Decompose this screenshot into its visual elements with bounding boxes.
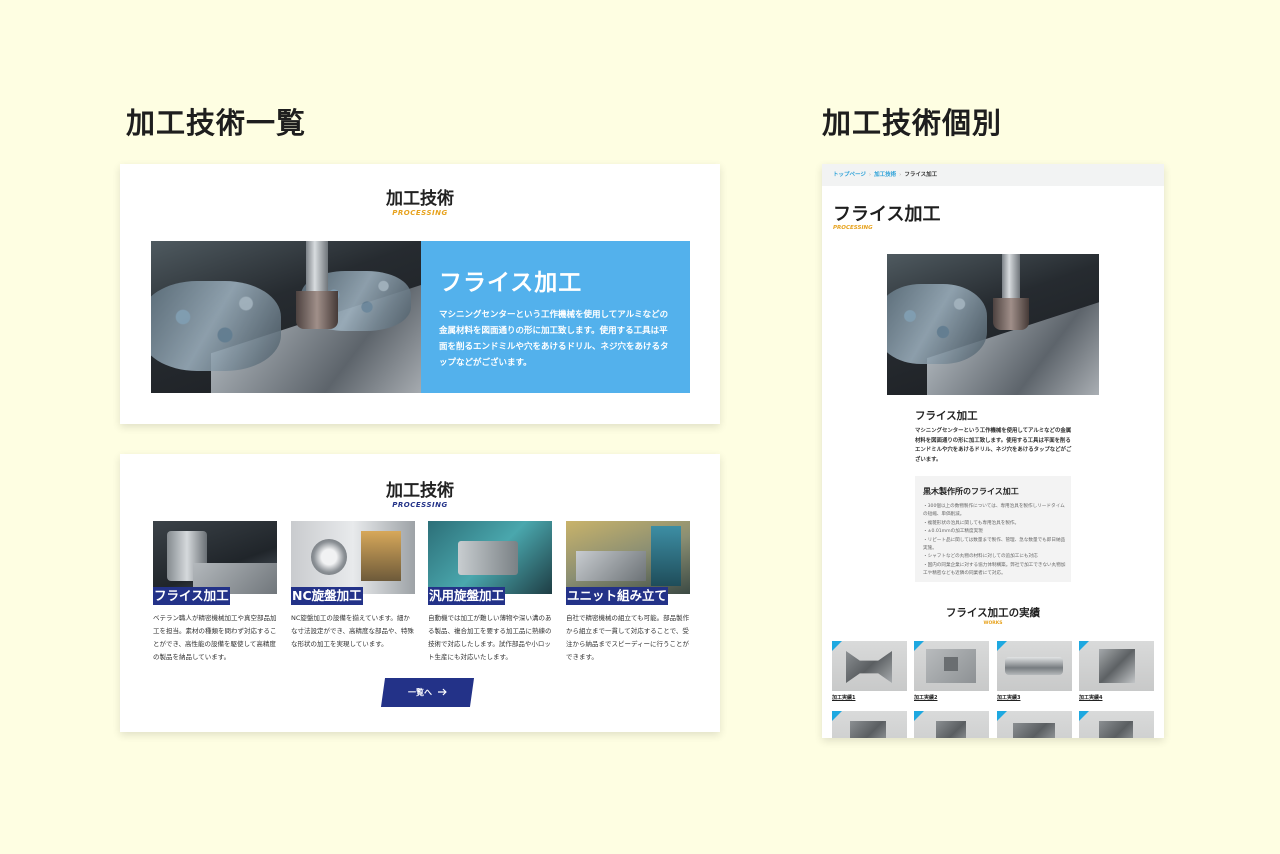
milling-photo bbox=[151, 241, 421, 393]
unit-assembly-image bbox=[566, 521, 690, 594]
works-title: フライス加工の実績 bbox=[945, 607, 1041, 619]
work-image bbox=[1079, 641, 1154, 691]
card-subtitle: PROCESSING bbox=[392, 501, 448, 509]
tile-text: 自動機では加工が難しい薄物や深い溝のある製品、複合加工を要する加工品に熟練の技術… bbox=[428, 614, 552, 661]
work-label[interactable]: 加工実績3 bbox=[997, 694, 1020, 701]
tile-nc-lathe[interactable]: NC旋盤加工 NC旋盤加工の設備を揃えています。細かな寸法設定ができ、高精度な部… bbox=[291, 521, 415, 648]
panel-title: フライス加工 bbox=[439, 270, 583, 296]
work-item[interactable]: 加工実績1 bbox=[832, 641, 907, 701]
tile-text: NC旋盤加工の設備を揃えています。細かな寸法設定ができ、高精度な部品や、特殊な形… bbox=[291, 614, 414, 648]
feature-item: ・±0.01mmの加工精度実現 bbox=[923, 529, 983, 535]
processing-list-card: 加工技術 PROCESSING フライス加工 ベテラン職人が精密機械加工や真空部… bbox=[120, 454, 720, 732]
work-item[interactable] bbox=[1079, 711, 1154, 738]
tile-label: NC旋盤加工 bbox=[291, 587, 363, 605]
work-image bbox=[914, 641, 989, 691]
feature-item: ・複雑形状の治具に関しても専用治具を製作。 bbox=[923, 520, 1020, 526]
breadcrumb-processing[interactable]: 加工技術 bbox=[874, 172, 896, 178]
works-subtitle: WORKS bbox=[983, 621, 1003, 626]
tile-label: フライス加工 bbox=[153, 587, 230, 605]
tile-general-lathe[interactable]: 汎用旋盤加工 自動機では加工が難しい薄物や深い溝のある製品、複合加工を要する加工… bbox=[428, 521, 552, 661]
work-image bbox=[997, 641, 1072, 691]
detail-page-card: トップページ › 加工技術 › フライス加工 フライス加工 PROCESSING フライ… bbox=[822, 164, 1164, 738]
section-title: フライス加工 bbox=[915, 410, 978, 422]
feature-box: 黒木製作所のフライス加工 ・300個以上の数物製作については、専用治具を製作しリ… bbox=[915, 476, 1071, 582]
work-image bbox=[832, 641, 907, 691]
feature-panel: フライス加工 マシニングセンターという工作機械を使用してアルミなどの金属材料を図… bbox=[421, 241, 690, 393]
arrow-right-icon bbox=[438, 688, 447, 698]
feature-item: ・300個以上の数物製作については、専用治具を製作しリードタイムの短縮、単価削減… bbox=[923, 504, 1065, 518]
list-heading: 加工技術一覧 bbox=[126, 106, 307, 140]
view-list-label: 一覧へ bbox=[408, 688, 432, 697]
tile-unit-assembly[interactable]: ユニット組み立て 自社で精密機械の組立ても可能。部品製作から組立まで一貫して対応… bbox=[566, 521, 690, 661]
card-subtitle: PROCESSING bbox=[392, 209, 448, 217]
panel-text: マシニングセンターという工作機械を使用してアルミなどの金属材料を図面通りの形に加… bbox=[439, 310, 669, 368]
milling-image bbox=[153, 521, 277, 594]
tile-label: 汎用旋盤加工 bbox=[428, 587, 506, 605]
feature-item: ・国内の同業企業に対する協力体制構築。弊社で加工できない丸物加工や精密なども近隣… bbox=[923, 562, 1066, 577]
work-label[interactable]: 加工実績1 bbox=[832, 694, 855, 701]
tile-label: ユニット組み立て bbox=[566, 587, 669, 605]
general-lathe-image bbox=[428, 521, 552, 594]
card-title: 加工技術 bbox=[386, 481, 454, 501]
work-image bbox=[1079, 711, 1154, 738]
work-image bbox=[997, 711, 1072, 738]
breadcrumb-current: フライス加工 bbox=[904, 172, 938, 178]
milling-photo bbox=[887, 254, 1099, 395]
tile-text: ベテラン職人が精密機械加工や真空部品加工を担当。素材の種類を問わず対応することが… bbox=[153, 614, 277, 661]
section-text: マシニングセンターという工作機械を使用してアルミなどの金属材料を図面通りの形に加… bbox=[915, 428, 1072, 463]
feature-item: ・リピート品に関しては数量まで製作、管理、急な数量でも即日納品実施。 bbox=[923, 537, 1066, 552]
card-title: 加工技術 bbox=[386, 189, 454, 209]
work-label[interactable]: 加工実績4 bbox=[1079, 694, 1102, 701]
work-item[interactable] bbox=[832, 711, 907, 738]
work-image bbox=[914, 711, 989, 738]
detail-heading: 加工技術個別 bbox=[822, 106, 1003, 140]
feature-item: ・シャフトなどの丸物の材料に対しての追加工にも対応 bbox=[923, 554, 1038, 560]
tile-milling[interactable]: フライス加工 ベテラン職人が精密機械加工や真空部品加工を担当。素材の種類を問わず… bbox=[153, 521, 277, 661]
work-image bbox=[832, 711, 907, 738]
breadcrumb-home[interactable]: トップページ bbox=[833, 172, 866, 178]
work-label[interactable]: 加工実績2 bbox=[914, 694, 937, 701]
feature-title: 黒木製作所のフライス加工 bbox=[923, 487, 1019, 496]
work-item[interactable]: 加工実績4 bbox=[1079, 641, 1154, 701]
work-item[interactable]: 加工実績2 bbox=[914, 641, 989, 701]
page-title: フライス加工 bbox=[833, 204, 941, 225]
tile-text: 自社で精密機械の組立ても可能。部品製作から組立まで一貫して対応することで、受注か… bbox=[566, 614, 690, 661]
work-item[interactable] bbox=[997, 711, 1072, 738]
breadcrumb: トップページ › 加工技術 › フライス加工 bbox=[822, 164, 1164, 186]
feature-list: ・300個以上の数物製作については、専用治具を製作しリードタイムの短縮、単価削減… bbox=[923, 503, 1067, 579]
processing-hero-card: 加工技術 PROCESSING フライス加工 マシニングセンターという工作機械を… bbox=[120, 164, 720, 424]
page-subtitle: PROCESSING bbox=[833, 225, 873, 231]
nc-lathe-image bbox=[291, 521, 415, 594]
work-item[interactable]: 加工実績3 bbox=[997, 641, 1072, 701]
work-item[interactable] bbox=[914, 711, 989, 738]
view-list-button[interactable]: 一覧へ bbox=[380, 678, 475, 707]
